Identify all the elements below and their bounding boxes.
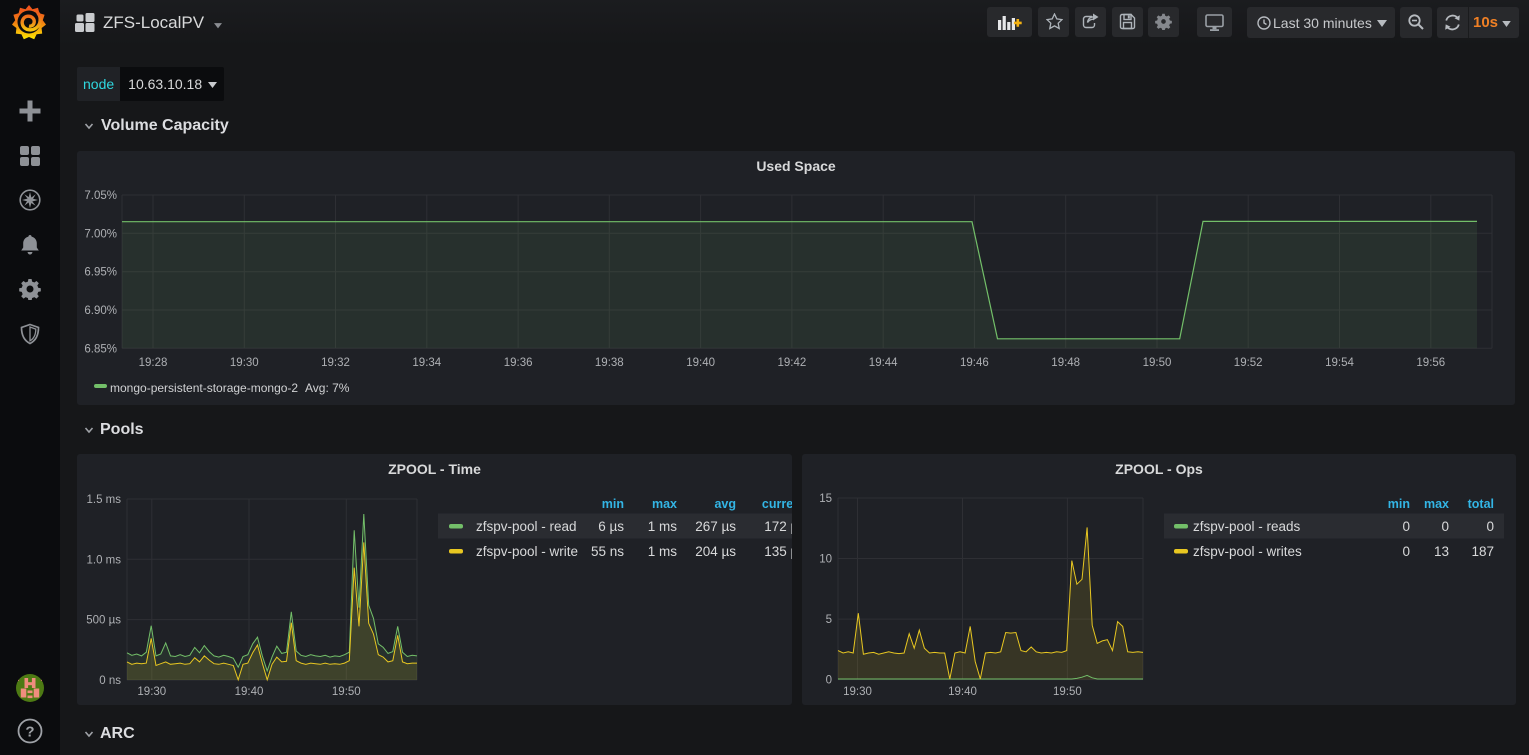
svg-text:19:32: 19:32 [321, 357, 350, 369]
svg-text:mongo-persistent-storage-mongo: mongo-persistent-storage-mongo-2 [110, 381, 298, 395]
svg-text:19:40: 19:40 [235, 686, 264, 698]
svg-text:7.05%: 7.05% [84, 190, 117, 202]
svg-text:19:56: 19:56 [1416, 357, 1445, 369]
svg-text:19:40: 19:40 [686, 357, 715, 369]
svg-text:6.90%: 6.90% [84, 305, 117, 317]
svg-text:Avg: 7%: Avg: 7% [305, 381, 350, 395]
svg-text:0: 0 [1441, 519, 1449, 534]
svg-text:0: 0 [826, 675, 832, 687]
svg-text:1 ms: 1 ms [648, 544, 678, 559]
svg-text:19:30: 19:30 [230, 357, 259, 369]
svg-text:0: 0 [1402, 544, 1410, 559]
svg-text:19:46: 19:46 [960, 357, 989, 369]
svg-text:172 µs: 172 µs [764, 519, 792, 534]
svg-text:55 ns: 55 ns [591, 544, 624, 559]
svg-text:max: max [1424, 497, 1449, 511]
svg-text:10: 10 [819, 554, 832, 566]
svg-text:5: 5 [826, 614, 832, 626]
svg-text:1 ms: 1 ms [648, 519, 678, 534]
svg-text:19:42: 19:42 [778, 357, 807, 369]
svg-text:19:30: 19:30 [843, 686, 872, 698]
svg-text:19:36: 19:36 [504, 357, 533, 369]
svg-text:6.85%: 6.85% [84, 343, 117, 355]
svg-text:0: 0 [1486, 519, 1494, 534]
svg-text:135 µs: 135 µs [764, 544, 792, 559]
svg-text:19:28: 19:28 [139, 357, 168, 369]
svg-text:6 µs: 6 µs [598, 519, 624, 534]
svg-text:0: 0 [1402, 519, 1410, 534]
svg-text:204 µs: 204 µs [695, 544, 736, 559]
svg-text:19:38: 19:38 [595, 357, 624, 369]
svg-text:zfspv-pool - write: zfspv-pool - write [476, 544, 578, 559]
svg-text:1.0 ms: 1.0 ms [86, 554, 121, 566]
svg-text:7.00%: 7.00% [84, 228, 117, 240]
svg-text:15: 15 [819, 493, 832, 505]
svg-text:min: min [602, 497, 624, 511]
svg-text:6.95%: 6.95% [84, 267, 117, 279]
svg-text:total: total [1468, 497, 1494, 511]
svg-text:187: 187 [1471, 544, 1494, 559]
svg-text:500 µs: 500 µs [86, 615, 121, 627]
svg-text:19:54: 19:54 [1325, 357, 1354, 369]
svg-text:max: max [652, 497, 677, 511]
svg-text:19:50: 19:50 [1053, 686, 1082, 698]
svg-text:19:34: 19:34 [412, 357, 441, 369]
svg-text:zfspv-pool - read: zfspv-pool - read [476, 519, 577, 534]
svg-text:zfspv-pool - writes: zfspv-pool - writes [1193, 544, 1302, 559]
svg-text:19:50: 19:50 [1143, 357, 1172, 369]
svg-text:19:30: 19:30 [137, 686, 166, 698]
svg-text:1.5 ms: 1.5 ms [86, 494, 121, 506]
svg-text:267 µs: 267 µs [695, 519, 736, 534]
svg-text:?: ? [25, 724, 34, 741]
svg-text:19:40: 19:40 [948, 686, 977, 698]
svg-text:19:52: 19:52 [1234, 357, 1263, 369]
svg-text:19:50: 19:50 [332, 686, 361, 698]
svg-text:19:44: 19:44 [869, 357, 898, 369]
svg-text:13: 13 [1434, 544, 1449, 559]
svg-text:19:48: 19:48 [1051, 357, 1080, 369]
svg-text:min: min [1388, 497, 1410, 511]
svg-text:avg: avg [714, 497, 736, 511]
svg-text:zfspv-pool - reads: zfspv-pool - reads [1193, 519, 1301, 534]
svg-text:current: current [762, 497, 792, 511]
svg-text:0 ns: 0 ns [99, 675, 121, 687]
